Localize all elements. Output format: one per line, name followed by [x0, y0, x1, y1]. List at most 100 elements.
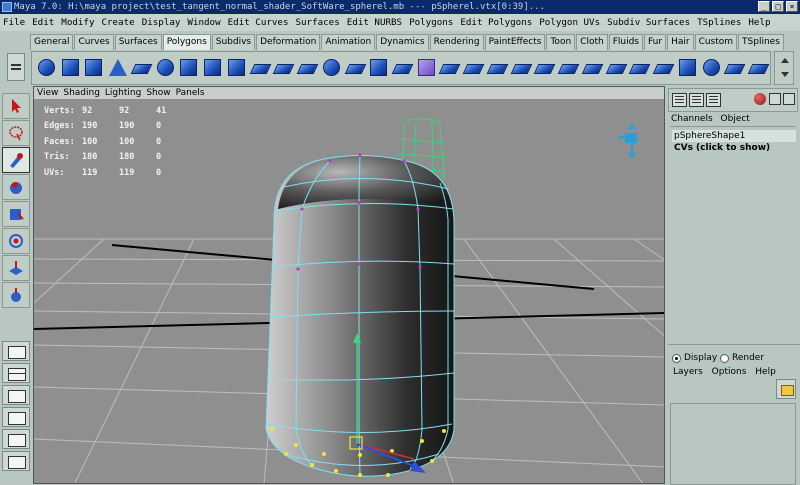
menu-display[interactable]: Display — [142, 17, 181, 28]
display-layer-radio[interactable]: Display — [672, 353, 717, 363]
menu-tsplines[interactable]: TSplines — [697, 17, 741, 28]
viewport-menu-view[interactable]: View — [37, 87, 58, 99]
shelf-tab-surfaces[interactable]: Surfaces — [114, 34, 162, 50]
merge-shelf-button[interactable] — [533, 55, 556, 82]
maximize-button[interactable]: □ — [772, 1, 784, 12]
menu-edit[interactable]: Edit — [32, 17, 54, 28]
sculpt-shelf-button[interactable] — [581, 55, 604, 82]
combine-shelf-button[interactable] — [249, 55, 272, 82]
uv-spherical-shelf-button[interactable] — [700, 55, 723, 82]
layout-single-button[interactable] — [2, 341, 30, 361]
cut-faces-shelf-button[interactable] — [557, 55, 580, 82]
lasso-tool[interactable] — [2, 120, 30, 146]
shelf-tab-general[interactable]: General — [30, 34, 74, 50]
layout-graph-button[interactable] — [2, 429, 30, 449]
channel-box-cvs-toggle[interactable]: CVs (click to show) — [674, 143, 770, 153]
extract-shelf-button[interactable] — [296, 55, 319, 82]
split-polygon-shelf-button[interactable] — [391, 55, 414, 82]
help-menu[interactable]: Help — [755, 367, 776, 377]
uv-planar-shelf-button[interactable] — [652, 55, 675, 82]
shelf-tab-fur[interactable]: Fur — [643, 34, 667, 50]
poly-torus-shelf-button[interactable] — [154, 55, 177, 82]
shelf-tab-cloth[interactable]: Cloth — [576, 34, 608, 50]
shelf-scroll-button[interactable] — [774, 51, 794, 85]
layout-four-button[interactable] — [2, 363, 30, 383]
options-menu[interactable]: Options — [712, 367, 747, 377]
new-layer-button[interactable] — [776, 379, 796, 399]
menu-create[interactable]: Create — [101, 17, 134, 28]
shelf-tab-toon[interactable]: Toon — [546, 34, 576, 50]
separate-shelf-button[interactable] — [272, 55, 295, 82]
menu-subdiv-surfaces[interactable]: Subdiv Surfaces — [607, 17, 690, 28]
menu-surfaces[interactable]: Surfaces — [295, 17, 339, 28]
shelf-tab-dynamics[interactable]: Dynamics — [376, 34, 429, 50]
channel-box-icon[interactable] — [672, 93, 687, 107]
collapse-shelf-button[interactable] — [510, 55, 533, 82]
layout-hypershade-button[interactable] — [2, 451, 30, 471]
perspective-viewport[interactable]: View Shading Lighting Show Panels Verts:… — [33, 86, 665, 484]
poly-cone-shelf-button[interactable] — [106, 55, 129, 82]
poly-sphere-shelf-button[interactable] — [35, 55, 58, 82]
viewport-menu-show[interactable]: Show — [146, 87, 170, 99]
menu-polygon-uvs[interactable]: Polygon UVs — [539, 17, 600, 28]
shelf-menu-button[interactable] — [7, 53, 25, 81]
scale-tool[interactable] — [2, 228, 30, 254]
layer-editor-icon[interactable] — [689, 93, 704, 107]
shelf-tab-fluids[interactable]: Fluids — [608, 34, 643, 50]
shelf-tab-subdivs[interactable]: Subdivs — [211, 34, 256, 50]
menu-edit-nurbs[interactable]: Edit NURBS — [347, 17, 402, 28]
shelf-tab-custom[interactable]: Custom — [694, 34, 738, 50]
poly-prism-shelf-button[interactable] — [177, 55, 200, 82]
toggle-panel-icon[interactable] — [783, 93, 795, 105]
menu-modify[interactable]: Modify — [61, 17, 94, 28]
shelf-tab-deformation[interactable]: Deformation — [256, 34, 321, 50]
shelf-tab-hair[interactable]: Hair — [667, 34, 694, 50]
render-sphere-icon[interactable] — [754, 93, 766, 105]
select-tool[interactable] — [2, 93, 30, 119]
checker-shelf-button[interactable] — [747, 55, 770, 82]
uv-auto-shelf-button[interactable] — [723, 55, 746, 82]
close-button[interactable]: × — [786, 1, 798, 12]
render-layer-radio[interactable]: Render — [720, 353, 764, 363]
triangulate-shelf-button[interactable] — [605, 55, 628, 82]
attribute-editor-icon[interactable] — [706, 93, 721, 107]
shelf-tab-animation[interactable]: Animation — [321, 34, 376, 50]
poly-cylinder-shelf-button[interactable] — [82, 55, 105, 82]
viewport-menu-lighting[interactable]: Lighting — [105, 87, 141, 99]
hypershade-icon[interactable] — [769, 93, 781, 105]
poly-helix-shelf-button[interactable] — [225, 55, 248, 82]
viewport-menu-shading[interactable]: Shading — [63, 87, 100, 99]
wedge-shelf-button[interactable] — [438, 55, 461, 82]
shelf-tab-painteffects[interactable]: PaintEffects — [484, 34, 546, 50]
smooth-shelf-button[interactable] — [320, 55, 343, 82]
poke-shelf-button[interactable] — [462, 55, 485, 82]
extrude-face-shelf-button[interactable] — [367, 55, 390, 82]
minimize-button[interactable]: _ — [758, 1, 770, 12]
layers-menu[interactable]: Layers — [673, 367, 703, 377]
viewport-menu-panels[interactable]: Panels — [176, 87, 205, 99]
menu-edit-polygons[interactable]: Edit Polygons — [460, 17, 532, 28]
manipulator-tool[interactable] — [2, 255, 30, 281]
append-shelf-button[interactable] — [415, 55, 438, 82]
layout-outliner-button[interactable] — [2, 407, 30, 427]
layout-side-button[interactable] — [2, 385, 30, 405]
paint-select-tool[interactable] — [2, 147, 30, 173]
menu-help[interactable]: Help — [748, 17, 770, 28]
shelf-tab-rendering[interactable]: Rendering — [429, 34, 484, 50]
menu-file[interactable]: File — [3, 17, 25, 28]
menu-window[interactable]: Window — [187, 17, 220, 28]
menu-polygons[interactable]: Polygons — [409, 17, 453, 28]
poly-plane-shelf-button[interactable] — [130, 55, 153, 82]
move-tool[interactable] — [2, 174, 30, 200]
shelf-tab-curves[interactable]: Curves — [74, 34, 114, 50]
shelf-tab-tsplines[interactable]: TSplines — [738, 34, 784, 50]
menu-edit-curves[interactable]: Edit Curves — [228, 17, 289, 28]
rotate-tool[interactable] — [2, 201, 30, 227]
last-tool[interactable] — [2, 282, 30, 308]
shelf-tab-polygons[interactable]: Polygons — [162, 34, 211, 50]
bevel-shelf-button[interactable] — [486, 55, 509, 82]
boolean-shelf-button[interactable] — [344, 55, 367, 82]
poly-pipe-shelf-button[interactable] — [201, 55, 224, 82]
poly-cube-shelf-button[interactable] — [59, 55, 82, 82]
channel-box-node-name[interactable]: pSphereShape1 — [672, 130, 796, 142]
